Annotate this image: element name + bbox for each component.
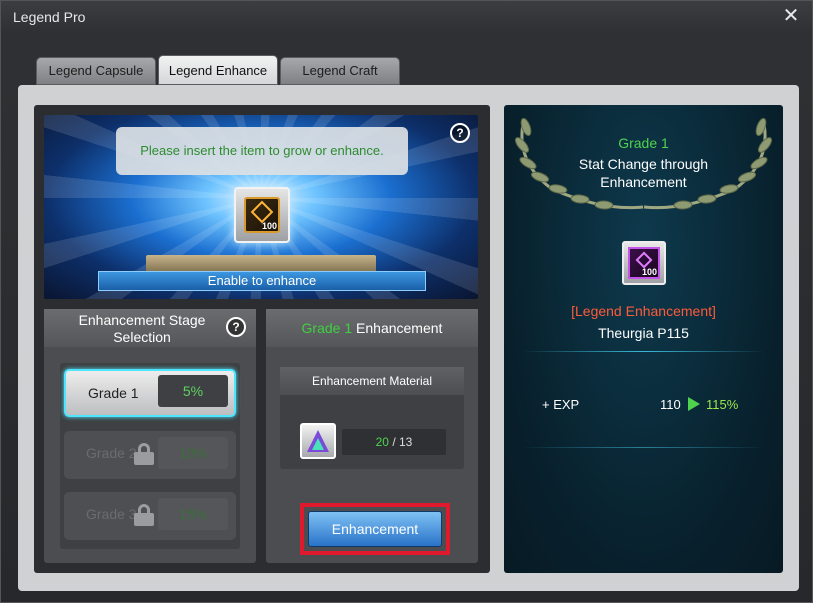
- enhancement-button-highlight: Enhancement: [300, 503, 450, 555]
- help-icon[interactable]: ?: [226, 317, 246, 337]
- enhancement-header-text: Enhancement: [356, 320, 443, 336]
- result-panel: Grade 1 Stat Change through Enhancement …: [504, 105, 783, 573]
- grade-label: Grade 3: [86, 506, 137, 522]
- material-title: Enhancement Material: [280, 367, 464, 395]
- enhancement-header: Grade 1 Enhancement: [266, 309, 478, 347]
- item-category: [Legend Enhancement]: [571, 303, 716, 319]
- grade-list: Grade 1 5% Grade 2 10% Grade 3 15%: [60, 363, 240, 549]
- material-have: 20: [375, 435, 389, 449]
- item-count: 100: [261, 221, 277, 231]
- tab-legend-craft[interactable]: Legend Craft: [280, 57, 400, 85]
- grade-option-3[interactable]: Grade 3 15%: [64, 492, 236, 540]
- grade-percent: 10%: [158, 437, 228, 469]
- prism-material-icon[interactable]: [300, 423, 336, 459]
- result-description: Stat Change through Enhancement: [578, 156, 709, 190]
- grade-label: Grade 1: [88, 385, 139, 401]
- result-item-slot[interactable]: 100: [622, 241, 666, 285]
- enhancement-panel: Grade 1 Enhancement Enhancement Material…: [266, 309, 478, 563]
- material-panel: Enhancement Material 20 / 13: [280, 367, 464, 469]
- exp-label: + EXP: [542, 397, 580, 412]
- prism-highlight: [312, 438, 324, 450]
- enhancement-grade: Grade 1: [301, 320, 353, 336]
- material-count: 20 / 13: [342, 429, 446, 455]
- window-title: Legend Pro: [13, 9, 86, 25]
- lock-icon: [134, 443, 154, 465]
- stage-selection-panel: Enhancement Stage Selection ? Grade 1 5%…: [44, 309, 256, 563]
- divider: [522, 351, 765, 352]
- stage-selection-header: Enhancement Stage Selection ?: [44, 309, 256, 347]
- insert-prompt: Please insert the item to grow or enhanc…: [116, 127, 408, 175]
- play-arrow-icon: [688, 397, 700, 411]
- grade-label: Grade 2: [86, 445, 137, 461]
- grade-info: Grade 1 Stat Change through Enhancement: [512, 135, 775, 191]
- title-bar[interactable]: Legend Pro ✕: [1, 1, 812, 33]
- stage-selection-title: Enhancement Stage Selection: [78, 312, 206, 345]
- close-icon[interactable]: ✕: [780, 5, 802, 27]
- help-icon[interactable]: ?: [450, 123, 470, 143]
- tab-legend-enhance[interactable]: Legend Enhance: [158, 55, 278, 85]
- grade-percent: 15%: [158, 498, 228, 530]
- result-grade: Grade 1: [618, 135, 669, 151]
- grade-percent: 5%: [158, 375, 228, 407]
- enable-status-bar: Enable to enhance: [98, 271, 426, 291]
- exp-from: 110: [660, 397, 681, 412]
- grade-option-1[interactable]: Grade 1 5%: [64, 369, 236, 417]
- wreath-icon: Grade 1 Stat Change through Enhancement: [512, 111, 775, 215]
- grade-option-2[interactable]: Grade 2 10%: [64, 431, 236, 479]
- legend-enhancement-item-icon: 100: [628, 247, 660, 279]
- item-slot[interactable]: 100: [234, 187, 290, 243]
- enhancement-button[interactable]: Enhancement: [308, 511, 442, 547]
- enhance-left-area: Please insert the item to grow or enhanc…: [34, 105, 490, 573]
- divider: [522, 447, 765, 448]
- exp-to: 115%: [706, 397, 739, 412]
- main-panel: Please insert the item to grow or enhanc…: [18, 85, 799, 591]
- legend-pro-window: Legend Pro ✕ Legend Capsule Legend Enhan…: [0, 0, 813, 603]
- material-separator: /: [388, 435, 399, 449]
- gem-icon: [635, 251, 653, 269]
- gem-icon: [250, 200, 274, 224]
- lock-icon: [134, 504, 154, 526]
- item-count: 100: [641, 267, 657, 277]
- tab-legend-capsule[interactable]: Legend Capsule: [36, 57, 156, 85]
- enhance-stage-visual: Please insert the item to grow or enhanc…: [44, 115, 478, 299]
- item-name: Theurgia P115: [598, 325, 689, 341]
- legend-item-icon: 100: [244, 197, 280, 233]
- material-need: 13: [399, 435, 413, 449]
